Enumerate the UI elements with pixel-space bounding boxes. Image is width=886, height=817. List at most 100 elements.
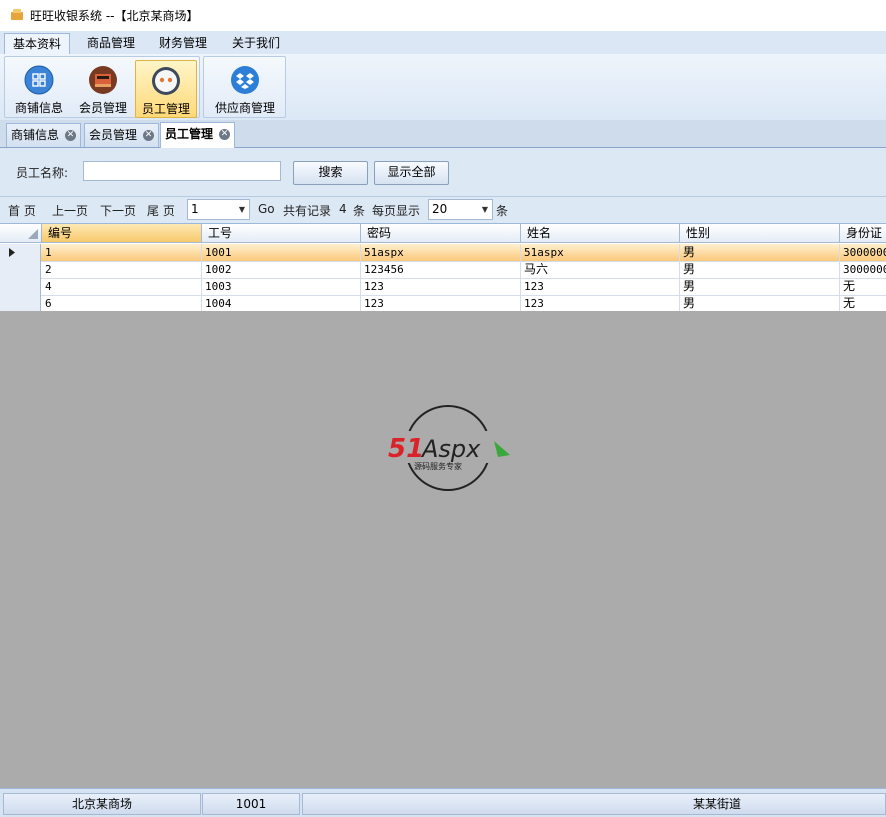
doc-tab-label: 员工管理 xyxy=(165,127,214,141)
close-icon[interactable]: ✕ xyxy=(219,129,231,140)
per-page-label: 每页显示 xyxy=(372,204,421,218)
brand-logo: 51 Aspx 源码服务专家 xyxy=(386,405,512,491)
cell-name[interactable]: 51aspx xyxy=(521,244,680,261)
search-panel: 员工名称: 搜索 显示全部 xyxy=(0,148,886,197)
last-page-link[interactable]: 尾 页 xyxy=(147,202,175,219)
menu-tab-finance[interactable]: 财务管理 xyxy=(151,33,215,53)
per-page-select-value: 20 xyxy=(432,202,448,216)
pager: 首 页 上一页 下一页 尾 页 1 ▼ Go 共有记录 4 条 每页显示 20 … xyxy=(0,197,886,224)
cell-id-card[interactable]: 无 xyxy=(840,278,886,295)
cell-id[interactable]: 1 xyxy=(42,244,202,261)
status-bar: 北京某商场 1001 某某街道 xyxy=(0,788,886,817)
cell-id-card[interactable]: 无 xyxy=(840,295,886,311)
column-header-gender[interactable]: 性别 xyxy=(680,224,840,243)
column-header-name[interactable]: 姓名 xyxy=(521,224,680,243)
cell-gender[interactable]: 男 xyxy=(680,244,840,261)
show-all-button[interactable]: 显示全部 xyxy=(374,161,449,185)
chevron-down-icon: ▼ xyxy=(481,205,488,214)
chevron-down-icon: ▼ xyxy=(238,205,245,214)
store-grid-icon xyxy=(24,65,54,95)
page-select-value: 1 xyxy=(191,202,199,216)
ribbon-label-store-info: 商铺信息 xyxy=(14,101,63,115)
employee-face-icon xyxy=(152,67,180,95)
total-suffix-label: 条 xyxy=(353,204,366,218)
total-prefix-label: 共有记录 xyxy=(283,204,332,218)
cell-gender[interactable]: 男 xyxy=(680,261,840,278)
column-header-password[interactable]: 密码 xyxy=(361,224,521,243)
svg-text:源码服务专家: 源码服务专家 xyxy=(414,461,462,471)
table-row[interactable]: 2 1002 123456 马六 男 30000000 xyxy=(0,261,886,279)
per-page-select[interactable]: 20 ▼ xyxy=(428,199,493,220)
next-page-link[interactable]: 下一页 xyxy=(100,202,136,219)
table-row[interactable]: 1 1001 51aspx 51aspx 男 30000000 xyxy=(0,244,886,262)
cell-password[interactable]: 123 xyxy=(361,278,521,295)
prev-page-link[interactable]: 上一页 xyxy=(52,202,88,219)
row-header[interactable] xyxy=(0,278,41,295)
cell-id-card[interactable]: 30000000 xyxy=(840,261,886,278)
member-icon xyxy=(89,66,117,94)
ribbon-button-employee[interactable]: 员工管理 xyxy=(135,60,197,118)
first-page-link[interactable]: 首 页 xyxy=(8,202,36,219)
status-store: 北京某商场 xyxy=(3,793,201,815)
svg-text:Aspx: Aspx xyxy=(420,435,481,463)
status-user: 1001 xyxy=(202,793,300,815)
column-header-id[interactable]: 编号 xyxy=(42,224,202,243)
table-row[interactable]: 6 1004 123 123 男 无 xyxy=(0,295,886,311)
doc-tab-label: 会员管理 xyxy=(89,128,138,142)
cell-gender[interactable]: 男 xyxy=(680,278,840,295)
grid-corner[interactable] xyxy=(0,224,42,243)
close-icon[interactable]: ✕ xyxy=(65,130,77,141)
status-address-text: 某某街道 xyxy=(693,797,742,811)
cell-id[interactable]: 4 xyxy=(42,278,202,295)
search-button[interactable]: 搜索 xyxy=(293,161,368,185)
select-all-icon xyxy=(28,229,38,239)
cell-name[interactable]: 123 xyxy=(521,278,680,295)
ribbon-group-basic: 商铺信息 会员管理 员工管理 xyxy=(4,56,200,118)
doc-tab-member[interactable]: 会员管理 ✕ xyxy=(84,123,160,147)
employee-name-input[interactable] xyxy=(83,161,281,181)
cell-staff-no[interactable]: 1003 xyxy=(202,278,361,295)
cell-password[interactable]: 51aspx xyxy=(361,244,521,261)
page-select[interactable]: 1 ▼ xyxy=(187,199,250,220)
cell-name[interactable]: 马六 xyxy=(521,261,680,278)
ribbon-label-employee: 员工管理 xyxy=(141,102,190,116)
employee-name-label: 员工名称: xyxy=(16,166,69,180)
ribbon: 商铺信息 会员管理 员工管理 供应商管理 xyxy=(0,54,886,121)
cell-password[interactable]: 123456 xyxy=(361,261,521,278)
window-title: 旺旺收银系统 --【北京某商场】 xyxy=(30,9,199,23)
cell-password[interactable]: 123 xyxy=(361,295,521,311)
row-header[interactable] xyxy=(0,295,41,311)
cell-name[interactable]: 123 xyxy=(521,295,680,311)
total-count: 4 xyxy=(339,202,347,216)
doc-tab-employee[interactable]: 员工管理 ✕ xyxy=(160,122,236,148)
menu-bar: 基本资料 商品管理 财务管理 关于我们 xyxy=(0,31,886,55)
document-tabs: 商铺信息 ✕ 会员管理 ✕ 员工管理 ✕ xyxy=(0,120,886,148)
cell-staff-no[interactable]: 1001 xyxy=(202,244,361,261)
ribbon-button-member[interactable]: 会员管理 xyxy=(73,60,133,116)
column-header-staff-no[interactable]: 工号 xyxy=(202,224,361,243)
menu-tab-about[interactable]: 关于我们 xyxy=(224,33,288,53)
title-bar: 旺旺收银系统 --【北京某商场】 xyxy=(0,0,886,31)
cell-id[interactable]: 2 xyxy=(42,261,202,278)
table-row[interactable]: 4 1003 123 123 男 无 xyxy=(0,278,886,296)
cell-staff-no[interactable]: 1002 xyxy=(202,261,361,278)
status-address: 某某街道 xyxy=(302,793,886,815)
menu-tab-goods[interactable]: 商品管理 xyxy=(79,33,143,53)
cell-id-card[interactable]: 30000000 xyxy=(840,244,886,261)
cell-gender[interactable]: 男 xyxy=(680,295,840,311)
column-header-id-card[interactable]: 身份证 xyxy=(840,224,886,243)
row-header[interactable] xyxy=(0,261,41,278)
svg-text:51: 51 xyxy=(388,434,424,464)
go-button[interactable]: Go xyxy=(258,202,275,216)
close-icon[interactable]: ✕ xyxy=(143,130,155,141)
employee-grid: 编号 工号 密码 姓名 性别 身份证 1 1001 51aspx 51aspx … xyxy=(0,224,886,311)
grid-empty-area xyxy=(0,311,886,788)
ribbon-button-supplier[interactable]: 供应商管理 xyxy=(208,60,282,116)
cell-id[interactable]: 6 xyxy=(42,295,202,311)
cell-staff-no[interactable]: 1004 xyxy=(202,295,361,311)
doc-tab-store-info[interactable]: 商铺信息 ✕ xyxy=(6,123,82,147)
menu-tab-basic[interactable]: 基本资料 xyxy=(4,33,71,54)
doc-tab-label: 商铺信息 xyxy=(11,128,60,142)
ribbon-button-store-info[interactable]: 商铺信息 xyxy=(8,60,70,116)
row-header[interactable] xyxy=(0,244,41,261)
